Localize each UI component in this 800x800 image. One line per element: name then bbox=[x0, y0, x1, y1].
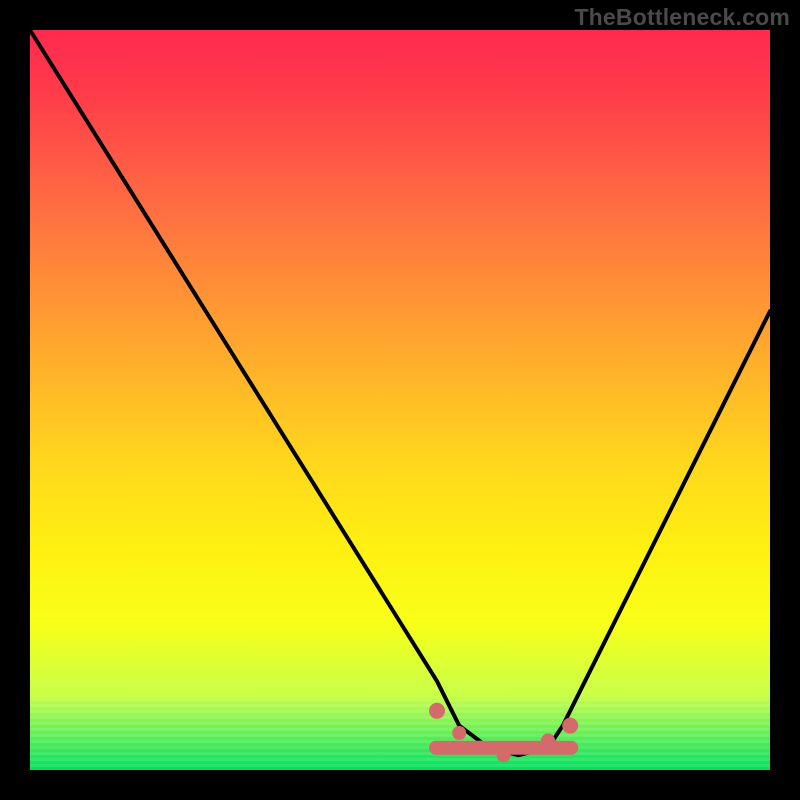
watermark-text: TheBottleneck.com bbox=[574, 4, 790, 31]
optimal-marker bbox=[474, 741, 488, 755]
plot-area bbox=[30, 30, 770, 770]
optimal-marker bbox=[452, 726, 466, 740]
optimal-marker bbox=[519, 741, 533, 755]
outer-frame: TheBottleneck.com bbox=[0, 0, 800, 800]
chart-svg bbox=[30, 30, 770, 770]
bottleneck-curve-path bbox=[30, 30, 770, 755]
optimal-marker bbox=[541, 733, 555, 747]
optimal-marker bbox=[429, 703, 445, 719]
bottleneck-curve bbox=[30, 30, 770, 755]
optimal-marker bbox=[497, 748, 511, 762]
optimal-marker bbox=[562, 718, 578, 734]
